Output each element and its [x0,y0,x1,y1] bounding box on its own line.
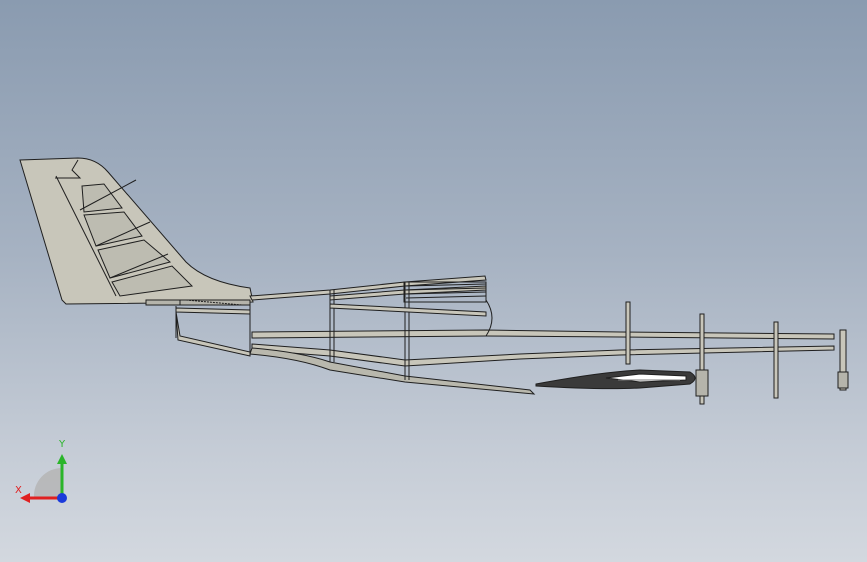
upper-longerons [249,275,487,303]
airframe-model[interactable] [0,0,867,562]
forward-nose-cone [535,369,696,390]
z-axis-icon [57,493,67,503]
coordinate-triad: Y X [10,440,80,510]
triad-plane-icon [33,467,62,498]
y-axis-label: Y [59,439,66,450]
triad-axes [20,454,67,503]
vertical-tail [19,157,254,306]
graphics-viewport[interactable]: Y X [0,0,867,562]
x-axis-label: X [15,485,22,496]
main-longerons [175,282,835,395]
